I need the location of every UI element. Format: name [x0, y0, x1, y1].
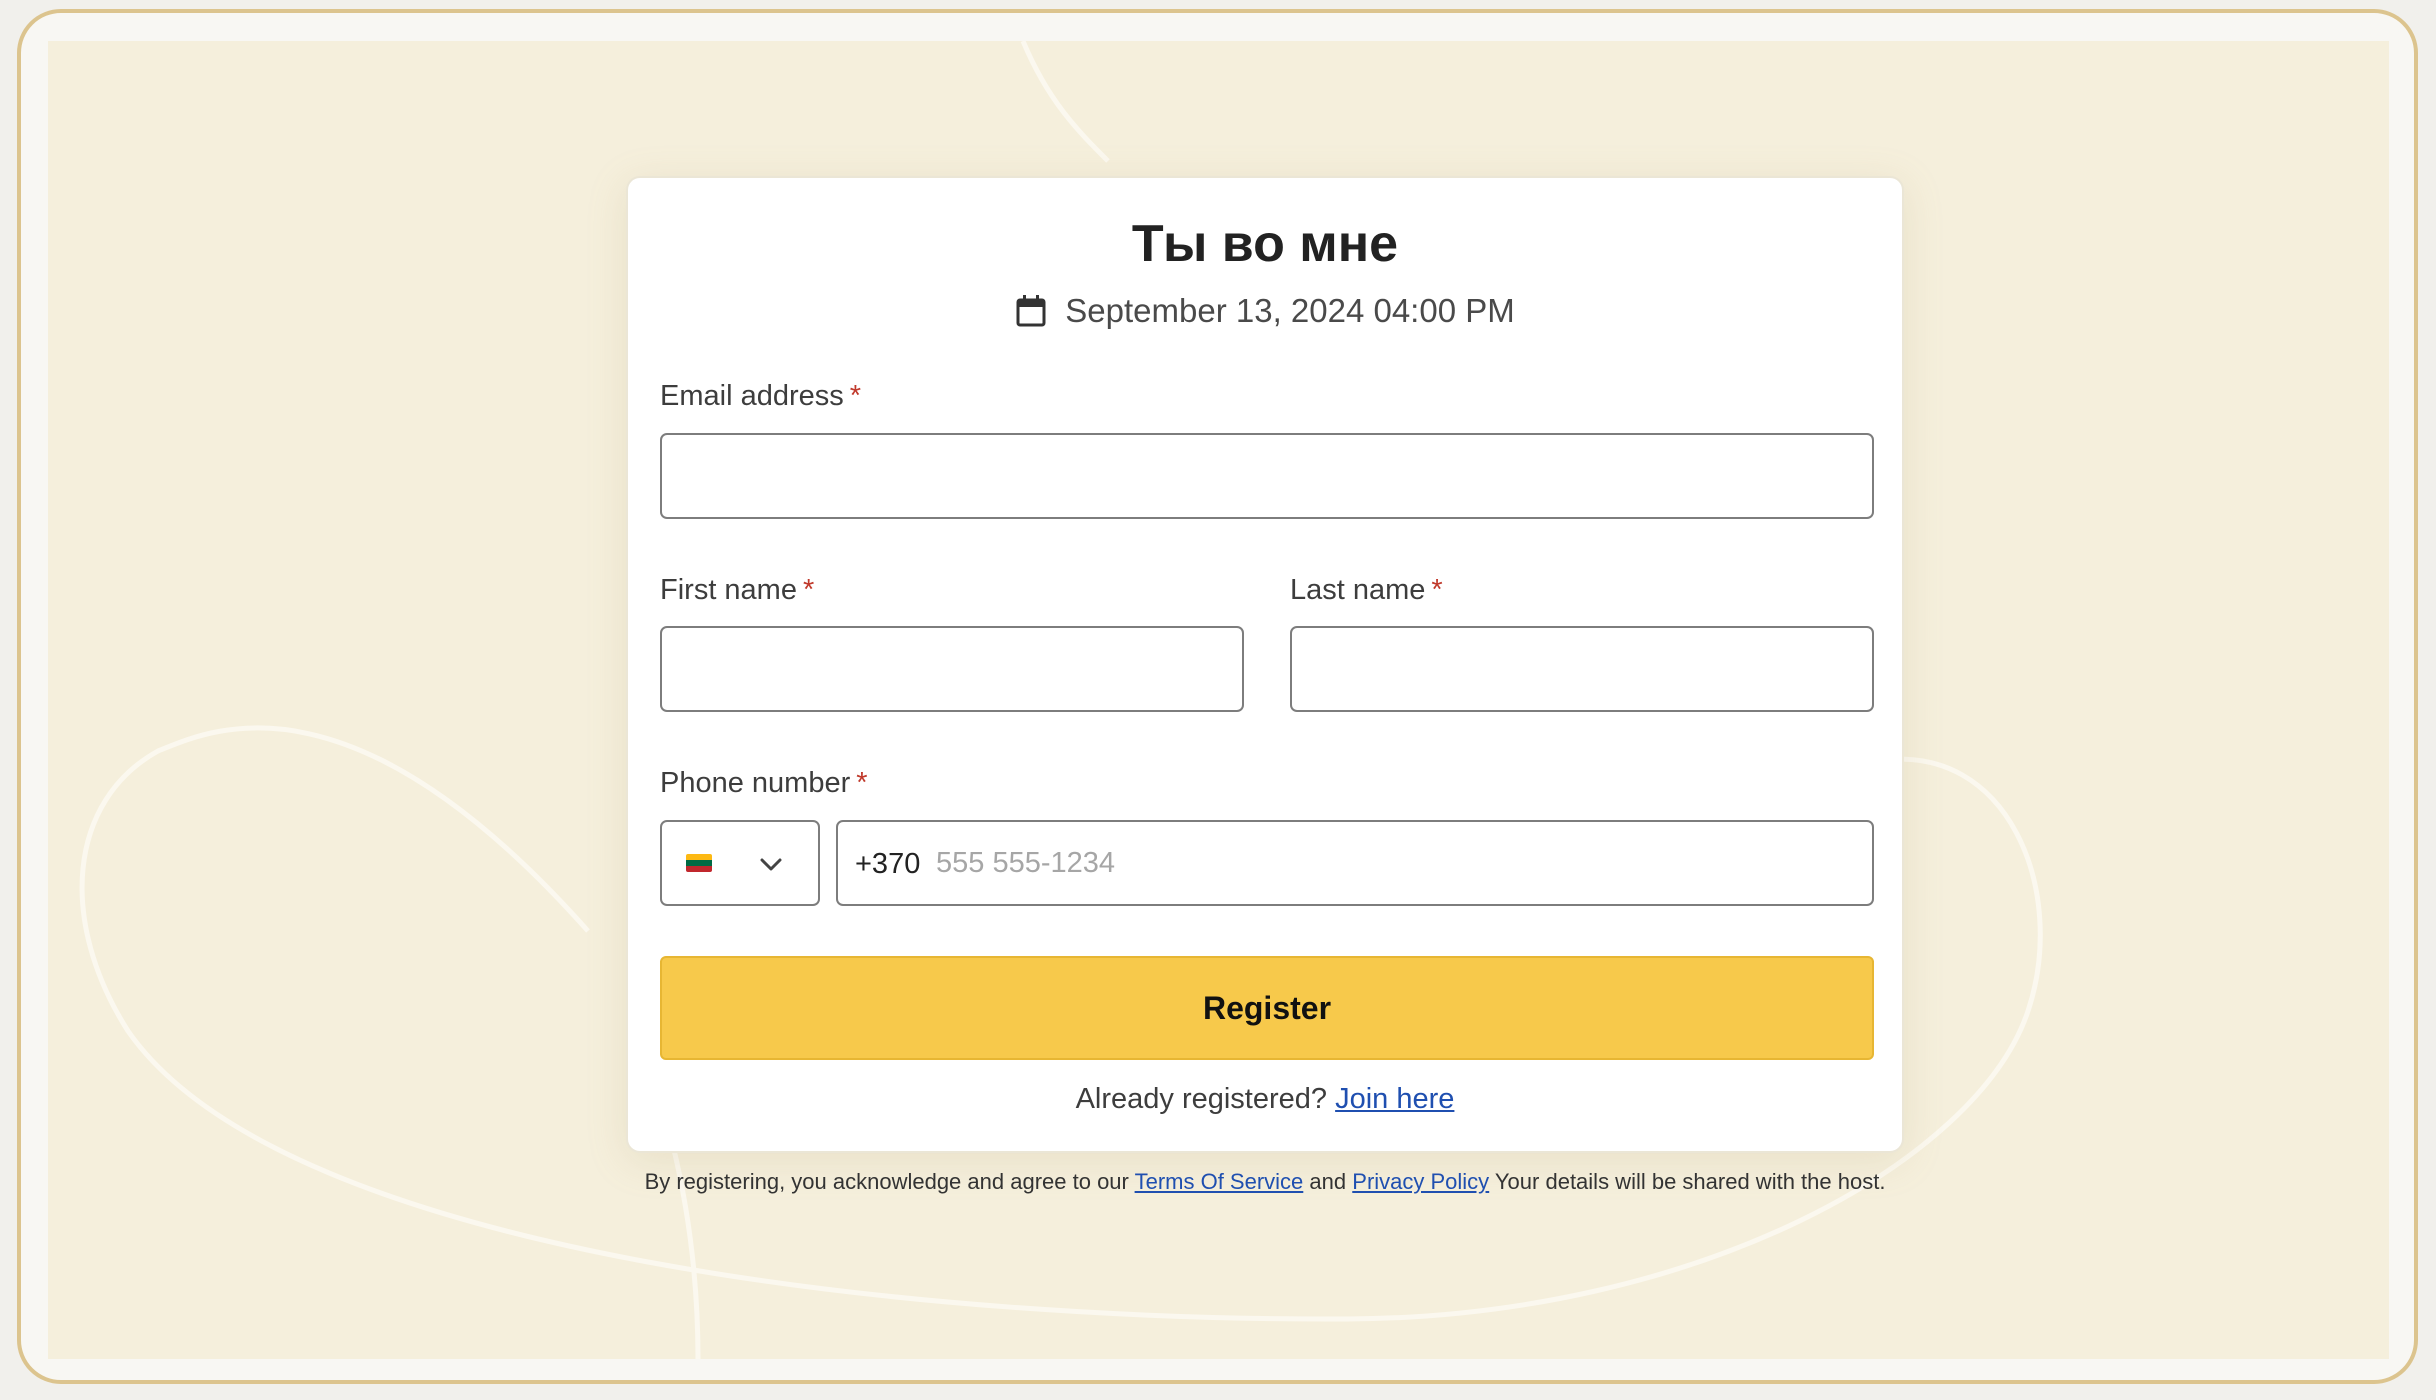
- register-button[interactable]: Register: [660, 956, 1874, 1060]
- phone-field: +370: [836, 820, 1874, 906]
- legal-and: and: [1309, 1169, 1347, 1194]
- email-input[interactable]: [660, 433, 1874, 519]
- chevron-down-icon: [760, 858, 782, 871]
- dial-code: +370: [855, 848, 921, 880]
- event-datetime: September 13, 2024 04:00 PM: [1065, 292, 1515, 329]
- privacy-policy-link[interactable]: Privacy Policy: [1352, 1169, 1489, 1194]
- join-here-link[interactable]: Join here: [1335, 1083, 1454, 1115]
- event-title: Ты во мне: [1131, 215, 1399, 273]
- phone-label: Phone number *: [660, 767, 868, 799]
- email-label: Email address *: [660, 380, 862, 412]
- required-mark: *: [1431, 574, 1443, 606]
- registration-card: Ты во мне September 13, 2024 04:00 PM Em…: [626, 176, 1904, 1153]
- terms-of-service-link[interactable]: Terms Of Service: [1135, 1169, 1304, 1194]
- lithuania-flag-icon: [686, 854, 712, 872]
- last-name-label: Last name *: [1290, 574, 1443, 606]
- required-mark: *: [802, 574, 815, 606]
- required-mark: *: [849, 380, 862, 412]
- first-name-input[interactable]: [660, 626, 1244, 712]
- phone-input[interactable]: [936, 832, 1856, 894]
- country-code-select[interactable]: [660, 820, 820, 906]
- page-frame: Ты во мне September 13, 2024 04:00 PM Em…: [17, 9, 2418, 1384]
- legal-prefix: By registering, you acknowledge and agre…: [644, 1169, 1129, 1194]
- event-date-row: September 13, 2024 04:00 PM: [628, 292, 1902, 330]
- legal-suffix: Your details will be shared with the hos…: [1494, 1169, 1886, 1194]
- registration-stage: Ты во мне September 13, 2024 04:00 PM Em…: [48, 41, 2389, 1359]
- login-prompt-text: Already registered?: [1075, 1083, 1328, 1115]
- required-mark: *: [856, 767, 868, 799]
- legal-notice: By registering, you acknowledge and agre…: [626, 1164, 1904, 1200]
- calendar-icon: [1015, 294, 1047, 328]
- first-name-label: First name *: [660, 574, 815, 606]
- login-prompt: Already registered? Join here: [628, 1083, 1902, 1116]
- last-name-input[interactable]: [1290, 626, 1874, 712]
